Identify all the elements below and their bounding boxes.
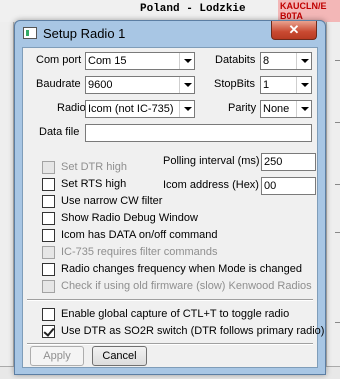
chevron-down-icon[interactable] <box>296 77 311 93</box>
baudrate-value: 9600 <box>88 79 113 91</box>
setup-radio-dialog: Setup Radio 1 ✕ Com port Com 15 Databits… <box>14 20 326 375</box>
chevron-down-icon[interactable] <box>296 101 311 117</box>
checkbox-box[interactable] <box>42 308 55 321</box>
data-file-label: Data file <box>39 126 80 138</box>
divider <box>27 299 313 301</box>
checkbox-label: Enable global capture of CTL+T to toggle… <box>61 308 290 320</box>
checkbox-label: Radio changes frequency when Mode is cha… <box>61 263 302 275</box>
checkbox-box[interactable] <box>42 229 55 242</box>
app-window-icon <box>23 27 37 39</box>
stopbits-value: 1 <box>263 79 270 91</box>
checkbox-label: Set DTR high <box>61 161 128 173</box>
background-badge: KAUCLN/E B0TA <box>278 0 340 22</box>
checkmark-icon[interactable] <box>42 325 55 338</box>
checkbox-label: IC-735 requires filter commands <box>61 246 218 258</box>
radio-label: Radio <box>57 102 86 114</box>
checkbox-label: Icom has DATA on/off command <box>61 229 218 241</box>
dialog-titlebar[interactable]: Setup Radio 1 ✕ <box>15 21 325 47</box>
databits-select[interactable]: 8 <box>260 52 312 70</box>
checkbox-box[interactable] <box>42 280 55 293</box>
com-port-value: Com 15 <box>88 55 127 67</box>
chevron-down-icon[interactable] <box>179 53 194 69</box>
close-icon: ✕ <box>288 22 300 37</box>
close-button[interactable]: ✕ <box>271 21 317 40</box>
parity-select[interactable]: None <box>260 100 312 118</box>
chevron-down-icon[interactable] <box>296 53 311 69</box>
chevron-down-icon[interactable] <box>179 101 194 117</box>
databits-label: Databits <box>215 54 256 66</box>
databits-value: 8 <box>263 55 270 67</box>
checkbox-label: Use DTR as SO2R switch (DTR follows prim… <box>61 325 325 337</box>
checkbox-label: Show Radio Debug Window <box>61 212 198 224</box>
radio-select[interactable]: Icom (not IC-735) <box>85 100 195 118</box>
baudrate-select[interactable]: 9600 <box>85 76 195 94</box>
data-file-input[interactable] <box>85 124 312 142</box>
divider <box>27 343 313 345</box>
chevron-down-icon[interactable] <box>179 77 194 93</box>
com-port-select[interactable]: Com 15 <box>85 52 195 70</box>
baudrate-label: Baudrate <box>36 78 81 90</box>
checkbox-box[interactable] <box>42 161 55 174</box>
dialog-client-area: Com port Com 15 Databits 8 Baudrate 9600… <box>22 47 324 368</box>
radio-value: Icom (not IC-735) <box>88 103 174 115</box>
background-right-panel <box>326 22 340 379</box>
background-window-header: Poland - Lodzkie KAUCLN/E B0TA <box>0 0 340 22</box>
checkbox-label: Use narrow CW filter <box>61 195 163 207</box>
checkbox-box[interactable] <box>42 195 55 208</box>
polling-interval-label: Polling interval (ms) <box>163 155 260 167</box>
stopbits-label: StopBits <box>214 78 255 90</box>
background-left-panel <box>0 22 14 379</box>
polling-interval-input[interactable]: 250 <box>261 153 316 171</box>
checkbox-box[interactable] <box>42 246 55 259</box>
checkbox-box[interactable] <box>42 178 55 191</box>
checkbox-label: Check if using old firmware (slow) Kenwo… <box>61 280 312 292</box>
cancel-button[interactable]: Cancel <box>92 346 147 366</box>
apply-button[interactable]: Apply <box>30 346 84 366</box>
checkbox-label: Set RTS high <box>61 178 127 190</box>
icom-address-value: 00 <box>264 180 277 192</box>
background-title: Poland - Lodzkie <box>140 3 246 15</box>
dialog-title: Setup Radio 1 <box>43 26 126 41</box>
polling-interval-value: 250 <box>264 156 283 168</box>
parity-label: Parity <box>228 102 257 114</box>
checkbox-box[interactable] <box>42 212 55 225</box>
checkbox-box[interactable] <box>42 263 55 276</box>
icom-address-label: Icom address (Hex) <box>163 179 259 191</box>
parity-value: None <box>263 103 290 115</box>
com-port-label: Com port <box>36 54 82 66</box>
icom-address-input[interactable]: 00 <box>261 177 316 195</box>
stopbits-select[interactable]: 1 <box>260 76 312 94</box>
